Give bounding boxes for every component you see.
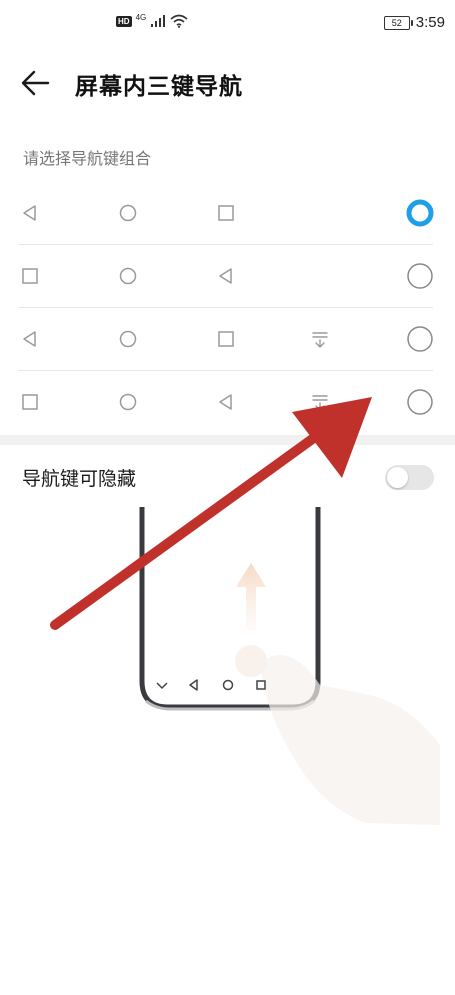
annotation-arrow (50, 397, 372, 630)
